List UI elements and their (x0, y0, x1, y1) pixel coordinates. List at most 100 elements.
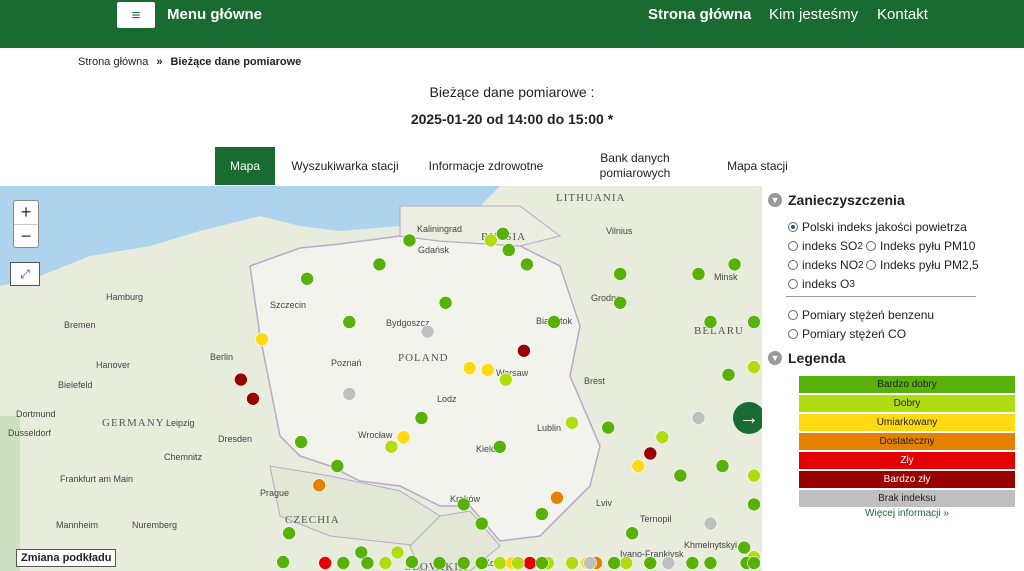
radio-co[interactable]: Pomiary stężeń CO (788, 327, 906, 341)
radio-button[interactable] (788, 279, 798, 289)
station-marker[interactable] (691, 267, 706, 281)
radio-button[interactable] (788, 329, 798, 339)
radio-button[interactable] (788, 310, 798, 320)
station-marker[interactable] (703, 315, 718, 329)
station-marker[interactable] (234, 372, 248, 387)
radio-no2[interactable]: indeks NO 2 (788, 258, 864, 272)
station-marker[interactable] (480, 363, 495, 377)
nav-about[interactable]: Kim jesteśmy (769, 6, 858, 23)
station-marker[interactable] (619, 556, 634, 570)
station-marker[interactable] (483, 233, 498, 248)
station-marker[interactable] (456, 556, 471, 570)
station-marker[interactable] (727, 257, 742, 272)
radio-pm25[interactable]: Indeks pyłu PM2,5 (866, 258, 979, 272)
station-marker[interactable] (747, 315, 761, 329)
station-marker[interactable] (456, 497, 471, 512)
radio-pm10[interactable]: Indeks pyłu PM10 (866, 239, 975, 253)
station-marker[interactable] (685, 556, 700, 570)
arrow-right-icon[interactable]: → (733, 402, 765, 434)
radio-so2[interactable]: indeks SO 2 (788, 239, 863, 253)
radio-button[interactable] (788, 260, 798, 270)
station-marker[interactable] (703, 516, 718, 531)
station-marker[interactable] (384, 439, 399, 454)
station-marker[interactable] (613, 267, 628, 281)
station-marker[interactable] (643, 446, 658, 461)
station-marker[interactable] (601, 420, 616, 435)
station-marker[interactable] (547, 315, 561, 329)
station-marker[interactable] (715, 459, 730, 473)
station-marker[interactable] (300, 272, 314, 286)
station-marker[interactable] (414, 411, 429, 425)
tab-station-search[interactable]: Wyszukiwarka stacji (281, 147, 409, 185)
station-marker[interactable] (661, 556, 676, 570)
station-marker[interactable] (747, 497, 761, 512)
station-marker[interactable] (396, 430, 411, 444)
zoom-in-button[interactable]: + (14, 201, 38, 224)
radio-button[interactable] (788, 241, 798, 251)
radio-button[interactable] (866, 260, 876, 270)
station-marker[interactable] (583, 556, 597, 570)
station-marker[interactable] (330, 459, 345, 473)
station-marker[interactable] (474, 516, 489, 531)
legend-header[interactable]: ▼ Legenda (768, 350, 846, 366)
station-marker[interactable] (737, 540, 752, 555)
station-marker[interactable] (655, 430, 670, 444)
station-marker[interactable] (342, 387, 357, 401)
station-marker[interactable] (495, 226, 510, 241)
station-marker[interactable] (673, 468, 688, 483)
station-marker[interactable] (246, 392, 260, 406)
radio-aqi[interactable]: Polski indeks jakości powietrza (788, 220, 967, 234)
station-marker[interactable] (405, 555, 419, 569)
fullscreen-icon[interactable]: ⤢ (10, 262, 40, 286)
radio-button-selected[interactable] (788, 222, 798, 232)
station-marker[interactable] (643, 556, 658, 570)
station-marker[interactable] (312, 478, 327, 493)
station-marker[interactable] (378, 556, 393, 570)
tab-data-bank[interactable]: Bank danych pomiarowych (580, 147, 690, 185)
tab-station-map[interactable]: Mapa stacji (715, 147, 800, 185)
station-marker[interactable] (342, 315, 357, 329)
station-marker[interactable] (318, 556, 333, 570)
radio-o3[interactable]: indeks O3 (788, 277, 855, 291)
station-marker[interactable] (613, 296, 628, 310)
tab-health-info[interactable]: Informacje zdrowotne (417, 147, 555, 185)
station-marker[interactable] (721, 368, 736, 382)
station-marker[interactable] (255, 332, 269, 347)
station-marker[interactable] (501, 243, 516, 257)
air-quality-map[interactable]: LITHUANIA RUSSIA POLAND GERMANY CZECHIA … (0, 186, 762, 571)
station-marker[interactable] (523, 556, 537, 570)
station-marker[interactable] (550, 490, 564, 505)
station-marker[interactable] (282, 526, 296, 541)
station-marker[interactable] (474, 556, 489, 570)
station-marker[interactable] (691, 411, 706, 425)
pollutants-header[interactable]: ▼ Zanieczyszczenia (768, 192, 905, 208)
station-marker[interactable] (360, 556, 375, 570)
station-marker[interactable] (747, 556, 761, 570)
zoom-out-button[interactable]: − (14, 224, 38, 247)
station-marker[interactable] (511, 556, 525, 570)
station-marker[interactable] (565, 416, 579, 430)
station-marker[interactable] (432, 556, 447, 570)
nav-home[interactable]: Strona główna (648, 6, 751, 23)
station-marker[interactable] (438, 296, 453, 310)
change-basemap-button[interactable]: Zmiana podkładu (16, 549, 117, 567)
station-marker[interactable] (294, 435, 308, 449)
station-marker[interactable] (520, 257, 534, 272)
station-marker[interactable] (535, 556, 549, 570)
main-menu-label[interactable]: Menu główne (167, 6, 262, 23)
station-marker[interactable] (535, 507, 549, 521)
station-marker[interactable] (492, 439, 507, 454)
more-info-link[interactable]: Więcej informacji » (799, 508, 1015, 519)
station-marker[interactable] (747, 468, 761, 483)
station-marker[interactable] (703, 556, 718, 570)
station-marker[interactable] (498, 372, 513, 387)
station-marker[interactable] (402, 233, 417, 248)
hamburger-icon[interactable]: ≡ (117, 2, 155, 28)
station-marker[interactable] (390, 545, 405, 560)
station-marker[interactable] (747, 360, 761, 374)
radio-benzene[interactable]: Pomiary stężeń benzenu (788, 308, 934, 322)
station-marker[interactable] (517, 344, 531, 358)
station-marker[interactable] (607, 556, 622, 570)
station-marker[interactable] (625, 526, 640, 541)
station-marker[interactable] (276, 555, 290, 569)
